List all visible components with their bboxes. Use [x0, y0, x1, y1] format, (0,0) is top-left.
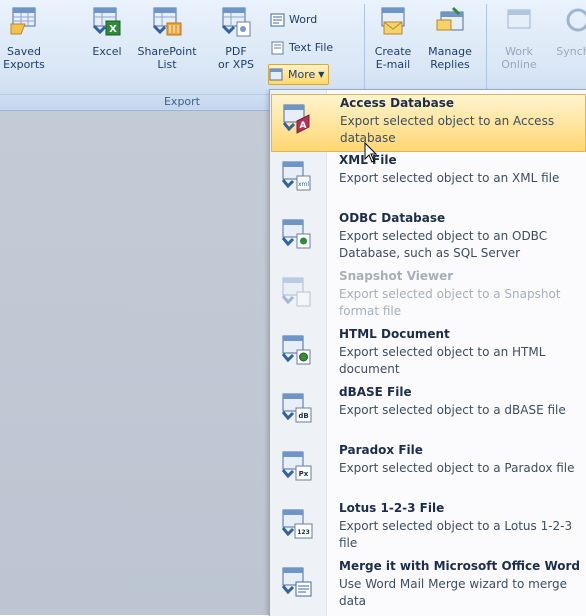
menu-item-dbase-file[interactable]: dB dBASE File Export selected object to … [271, 384, 586, 442]
menu-item-title: dBASE File [339, 385, 412, 399]
manage-replies-button[interactable]: Manage Replies [422, 4, 478, 71]
html-document-icon [281, 335, 311, 365]
excel-label: Excel [92, 45, 122, 58]
word-merge-icon [281, 567, 312, 597]
svg-text:123: 123 [297, 529, 310, 536]
saved-exports-button[interactable]: Saved Exports [2, 4, 46, 71]
sync-label: Synch [556, 45, 586, 58]
menu-item-desc: Export selected object to an HTML docume… [339, 345, 546, 376]
svg-text:Px: Px [299, 470, 309, 478]
xml-file-icon: xml [281, 161, 311, 191]
menu-item-access-database[interactable]: A Access Database Export selected object… [271, 94, 586, 152]
manage-replies-label: Manage Replies [428, 45, 472, 71]
svg-text:dB: dB [298, 412, 308, 420]
sync-icon [566, 8, 586, 32]
menu-item-merge-word[interactable]: Merge it with Microsoft Office Word Use … [271, 558, 586, 616]
create-email-label: Create E-mail [374, 45, 412, 71]
create-email-button[interactable]: Create E-mail [370, 4, 416, 71]
menu-item-desc: Export selected object to a Paradox file [339, 461, 575, 475]
sync-button[interactable]: Synch [556, 4, 586, 58]
paradox-file-icon: Px [281, 451, 312, 481]
menu-item-desc: Export selected object to a Snapshot for… [339, 287, 561, 318]
more-button[interactable]: More ▼ [268, 64, 330, 85]
menu-item-title: Snapshot Viewer [339, 269, 454, 283]
chevron-down-icon: ▼ [318, 70, 325, 79]
dbase-file-icon: dB [281, 393, 312, 423]
more-export-menu: A Access Database Export selected object… [269, 89, 586, 616]
work-online-button[interactable]: Work Online [496, 4, 542, 71]
pdf-label: PDF or XPS [218, 45, 254, 71]
saved-exports-label: Saved Exports [3, 45, 45, 71]
menu-item-desc: Use Word Mail Merge wizard to merge data [339, 577, 567, 608]
excel-button[interactable]: X Excel [90, 4, 124, 58]
menu-item-paradox-file[interactable]: Px Paradox File Export selected object t… [271, 442, 586, 500]
more-icon [269, 68, 283, 80]
svg-text:A: A [300, 121, 307, 131]
menu-item-desc: Export selected object to a Lotus 1-2-3 … [339, 519, 573, 550]
word-button[interactable]: Word [270, 10, 321, 29]
saved-exports-icon [10, 7, 36, 35]
create-email-icon [381, 7, 405, 35]
work-online-icon [507, 9, 531, 29]
menu-item-title: HTML Document [339, 327, 450, 341]
svg-text:xml: xml [298, 181, 309, 188]
mouse-cursor-icon [364, 142, 378, 163]
menu-item-title: Access Database [340, 96, 454, 110]
lotus-file-icon: 123 [281, 509, 313, 539]
sharepoint-icon [152, 7, 182, 36]
text-file-icon [271, 41, 284, 54]
svg-text:X: X [109, 24, 117, 35]
pdf-xps-button[interactable]: PDF or XPS [214, 4, 258, 71]
snapshot-viewer-icon [281, 277, 311, 307]
work-online-label: Work Online [501, 45, 537, 71]
more-label: More [288, 68, 316, 81]
word-icon [270, 13, 285, 26]
menu-item-title: Paradox File [339, 443, 423, 457]
access-database-icon: A [282, 104, 310, 134]
menu-item-snapshot-viewer[interactable]: Snapshot Viewer Export selected object t… [271, 268, 586, 326]
text-file-label: Text File [289, 41, 334, 54]
word-label: Word [289, 13, 318, 26]
menu-item-desc: Export selected object to a dBASE file [339, 403, 566, 417]
text-file-button[interactable]: Text File [270, 38, 337, 57]
pdf-icon [221, 7, 251, 37]
odbc-database-icon [281, 219, 311, 249]
excel-icon: X [92, 7, 121, 36]
menu-item-title: ODBC Database [339, 211, 446, 225]
menu-item-odbc-database[interactable]: ODBC Database Export selected object to … [271, 210, 586, 268]
menu-item-xml-file[interactable]: xml XML File Export selected object to a… [271, 152, 586, 210]
sharepoint-label: SharePoint List [137, 45, 197, 71]
manage-replies-icon [436, 6, 464, 31]
sharepoint-list-button[interactable]: SharePoint List [136, 4, 198, 71]
menu-item-desc: Export selected object to an XML file [339, 171, 560, 185]
menu-item-html-document[interactable]: HTML Document Export selected object to … [271, 326, 586, 384]
menu-item-desc: Export selected object to an ODBC Databa… [339, 229, 548, 260]
menu-item-lotus-file[interactable]: 123 Lotus 1-2-3 File Export selected obj… [271, 500, 586, 558]
menu-item-title: Merge it with Microsoft Office Word [339, 559, 581, 573]
menu-item-title: Lotus 1-2-3 File [339, 501, 445, 515]
